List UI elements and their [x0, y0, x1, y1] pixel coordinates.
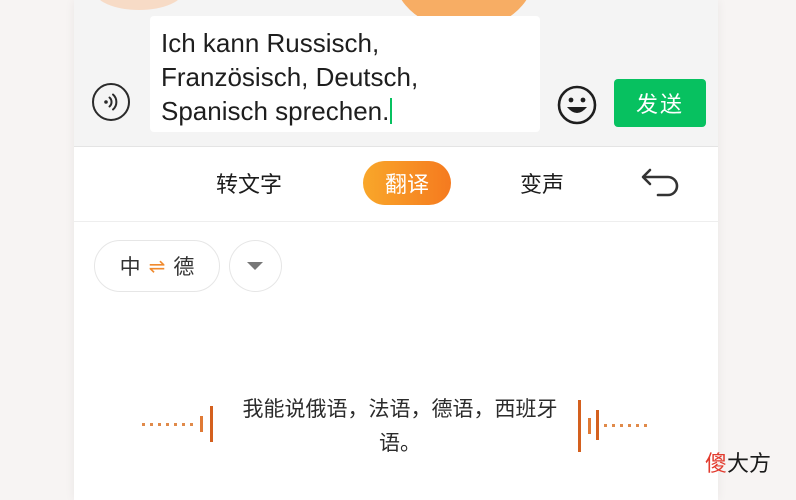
text-cursor — [390, 98, 393, 124]
watermark: 傻大方 — [705, 446, 771, 478]
translation-result: 我能说俄语，法语，德语，西班牙语。 — [242, 397, 558, 455]
watermark-rest: 大方 — [727, 452, 772, 477]
swap-language-icon[interactable]: ⇌ — [149, 254, 166, 278]
voice-input-button[interactable] — [92, 83, 130, 121]
voice-input-icon — [104, 93, 118, 111]
background-right — [718, 0, 796, 500]
emoji-icon — [557, 85, 597, 125]
input-bar: Ich kann Russisch, Französisch, Deutsch,… — [74, 0, 718, 147]
audio-wave-right-icon — [578, 400, 647, 452]
source-language: 中 — [119, 255, 141, 279]
language-dropdown-button[interactable] — [229, 240, 282, 292]
undo-back-icon[interactable] — [640, 165, 684, 201]
message-input-text: Ich kann Russisch, Französisch, Deutsch,… — [161, 28, 419, 126]
tab-to-text[interactable]: 转文字 — [216, 167, 282, 199]
chevron-down-icon — [247, 262, 263, 270]
audio-wave-left-icon — [142, 406, 213, 442]
tab-translate[interactable]: 翻译 — [363, 161, 451, 205]
send-button[interactable]: 发送 — [614, 79, 706, 127]
background-left — [0, 0, 74, 500]
watermark-first-char: 傻 — [705, 452, 728, 477]
recording-bubble-shadow — [94, 0, 184, 10]
tab-change-voice[interactable]: 变声 — [520, 167, 564, 199]
target-language: 德 — [173, 255, 195, 279]
message-input[interactable]: Ich kann Russisch, Französisch, Deutsch,… — [150, 16, 540, 132]
chat-input-panel: Ich kann Russisch, Französisch, Deutsch,… — [74, 0, 718, 500]
voice-tools-bar: 转文字 翻译 变声 — [74, 147, 718, 222]
emoji-button[interactable] — [556, 84, 598, 126]
language-pair-selector[interactable]: 中 ⇌ 德 — [94, 240, 220, 292]
